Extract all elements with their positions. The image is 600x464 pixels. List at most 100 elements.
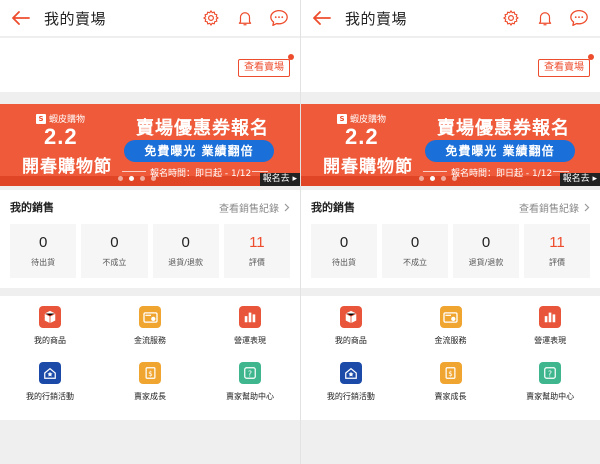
stat-returns[interactable]: 0 退貨/退款: [453, 224, 519, 278]
carousel-dot[interactable]: [430, 176, 435, 181]
carousel-dot[interactable]: [118, 176, 123, 181]
box-icon: [39, 306, 61, 328]
tool-performance[interactable]: 營運表現: [200, 306, 300, 362]
promo-banner[interactable]: S 蝦皮購物 2.2 開春購物節 賣場優惠券報名 免費曝光 業績翻倍 報名時間：…: [301, 104, 600, 186]
top-bar: 我的賣場: [301, 0, 600, 36]
gear-icon[interactable]: [200, 7, 222, 29]
tool-help-center[interactable]: ? 賣家幫助中心: [500, 362, 600, 418]
tool-label: 賣家幫助中心: [226, 392, 274, 401]
sales-stats: 0 待出貨 0 不成立 0 退貨/退款 11 評價: [10, 224, 290, 278]
carousel-dot[interactable]: [452, 176, 457, 181]
chevron-right-icon: [284, 203, 290, 211]
back-arrow-icon[interactable]: [10, 7, 32, 29]
carousel-dot[interactable]: [151, 176, 156, 181]
tool-label: 賣家成長: [434, 392, 467, 401]
page-title: 我的賣場: [345, 9, 408, 28]
registration-time: 報名時間：即日起 - 1/12: [150, 169, 252, 179]
notification-dot: [288, 54, 294, 60]
notification-dot: [588, 54, 594, 60]
top-icons: [200, 7, 290, 29]
bar-chart-icon: [239, 306, 261, 328]
banner-date: 2.2: [345, 124, 379, 149]
tool-label: 我的行銷活動: [26, 392, 74, 401]
stat-label: 不成立: [102, 258, 127, 267]
stat-value: 11: [249, 234, 265, 251]
stat-label: 評價: [248, 258, 265, 267]
sales-title: 我的銷售: [311, 201, 355, 214]
register-button[interactable]: 報名去 ▸: [259, 173, 300, 186]
my-sales-section: 我的銷售 查看銷售紀錄 0 待出貨 0 不成立 0 退貨/退款 11 評價: [301, 190, 600, 288]
my-sales-section: 我的銷售 查看銷售紀錄 0 待出貨 0 不成立 0 退貨/退款 11 評價: [0, 190, 300, 288]
tools-grid: 我的商品 金流服務 營運表現 我的行銷活動 $ 賣家成長 ? 賣家幫助中心: [301, 296, 600, 420]
register-button[interactable]: 報名去 ▸: [559, 173, 600, 186]
stat-label: 不成立: [403, 258, 427, 267]
tool-label: 賣家幫助中心: [526, 392, 575, 401]
stat-cancelled[interactable]: 0 不成立: [81, 224, 148, 278]
stat-cancelled[interactable]: 0 不成立: [382, 224, 448, 278]
stat-value: 0: [110, 234, 119, 251]
carousel-dot[interactable]: [140, 176, 145, 181]
sales-title: 我的銷售: [10, 201, 54, 214]
tool-label: 我的商品: [334, 336, 367, 345]
tool-seller-growth[interactable]: $ 賣家成長: [100, 362, 200, 418]
view-shop-button[interactable]: 查看賣場: [538, 59, 590, 77]
view-shop-button[interactable]: 查看賣場: [238, 59, 290, 77]
promo-banner[interactable]: S 蝦皮購物 2.2 開春購物節 賣場優惠券報名 免費曝光 業績翻倍 報名時間：…: [0, 104, 300, 186]
back-arrow-icon[interactable]: [311, 7, 333, 29]
sales-history-link[interactable]: 查看銷售紀錄: [519, 200, 590, 215]
svg-text:$: $: [448, 370, 452, 378]
tool-marketing[interactable]: 我的行銷活動: [0, 362, 100, 418]
divider: [423, 171, 447, 172]
carousel-dot[interactable]: [129, 176, 134, 181]
banner-headline: 賣場優惠券報名: [437, 118, 570, 139]
chat-icon[interactable]: [568, 7, 590, 29]
sales-header: 我的銷售 查看銷售紀錄: [311, 190, 590, 224]
top-bar: 我的賣場: [0, 0, 300, 36]
carousel-dot[interactable]: [419, 176, 424, 181]
banner-date: 2.2: [44, 124, 78, 149]
top-icons: [500, 7, 590, 29]
stat-label: 退貨/退款: [468, 258, 504, 267]
help-icon: ?: [239, 362, 261, 384]
tool-marketing[interactable]: 我的行銷活動: [301, 362, 401, 418]
banner-pill: 免費曝光 業績翻倍: [124, 140, 274, 162]
bell-icon[interactable]: [534, 7, 556, 29]
stat-label: 評價: [549, 258, 565, 267]
carousel-dot[interactable]: [441, 176, 446, 181]
stat-ratings[interactable]: 11 評價: [223, 224, 290, 278]
register-label: 報名去: [262, 174, 290, 184]
stat-label: 待出貨: [31, 258, 56, 267]
growth-icon: $: [439, 362, 462, 384]
growth-icon: $: [139, 362, 161, 384]
banner-subtitle: 開春購物節: [323, 157, 413, 177]
tool-my-products[interactable]: 我的商品: [0, 306, 100, 362]
tool-seller-growth[interactable]: $ 賣家成長: [401, 362, 501, 418]
tool-label: 我的商品: [34, 336, 66, 345]
stat-value: 0: [481, 234, 491, 251]
stat-returns[interactable]: 0 退貨/退款: [152, 224, 219, 278]
svg-text:$: $: [148, 370, 152, 378]
sales-history-link[interactable]: 查看銷售紀錄: [219, 200, 290, 215]
stat-value: 0: [339, 234, 349, 251]
chat-icon[interactable]: [268, 7, 290, 29]
gear-icon[interactable]: [500, 7, 522, 29]
page-title: 我的賣場: [44, 9, 107, 28]
stat-ratings[interactable]: 11 評價: [524, 224, 590, 278]
tool-label: 我的行銷活動: [326, 392, 375, 401]
tool-performance[interactable]: 營運表現: [500, 306, 600, 362]
bell-icon[interactable]: [234, 7, 256, 29]
svg-text:?: ?: [248, 370, 252, 379]
tool-payment[interactable]: 金流服務: [100, 306, 200, 362]
stat-to-ship[interactable]: 0 待出貨: [10, 224, 77, 278]
tool-help-center[interactable]: ? 賣家幫助中心: [200, 362, 300, 418]
sales-history-label: 查看銷售紀錄: [519, 203, 579, 215]
divider: [553, 171, 569, 172]
banner-pill: 免費曝光 業績翻倍: [425, 140, 575, 162]
tool-payment[interactable]: 金流服務: [401, 306, 501, 362]
tool-label: 營運表現: [234, 336, 266, 345]
banner-subtitle: 開春購物節: [22, 157, 112, 177]
stat-value: 0: [410, 234, 420, 251]
registration-time: 報名時間：即日起 - 1/12: [451, 169, 553, 179]
stat-to-ship[interactable]: 0 待出貨: [311, 224, 377, 278]
tool-my-products[interactable]: 我的商品: [301, 306, 401, 362]
